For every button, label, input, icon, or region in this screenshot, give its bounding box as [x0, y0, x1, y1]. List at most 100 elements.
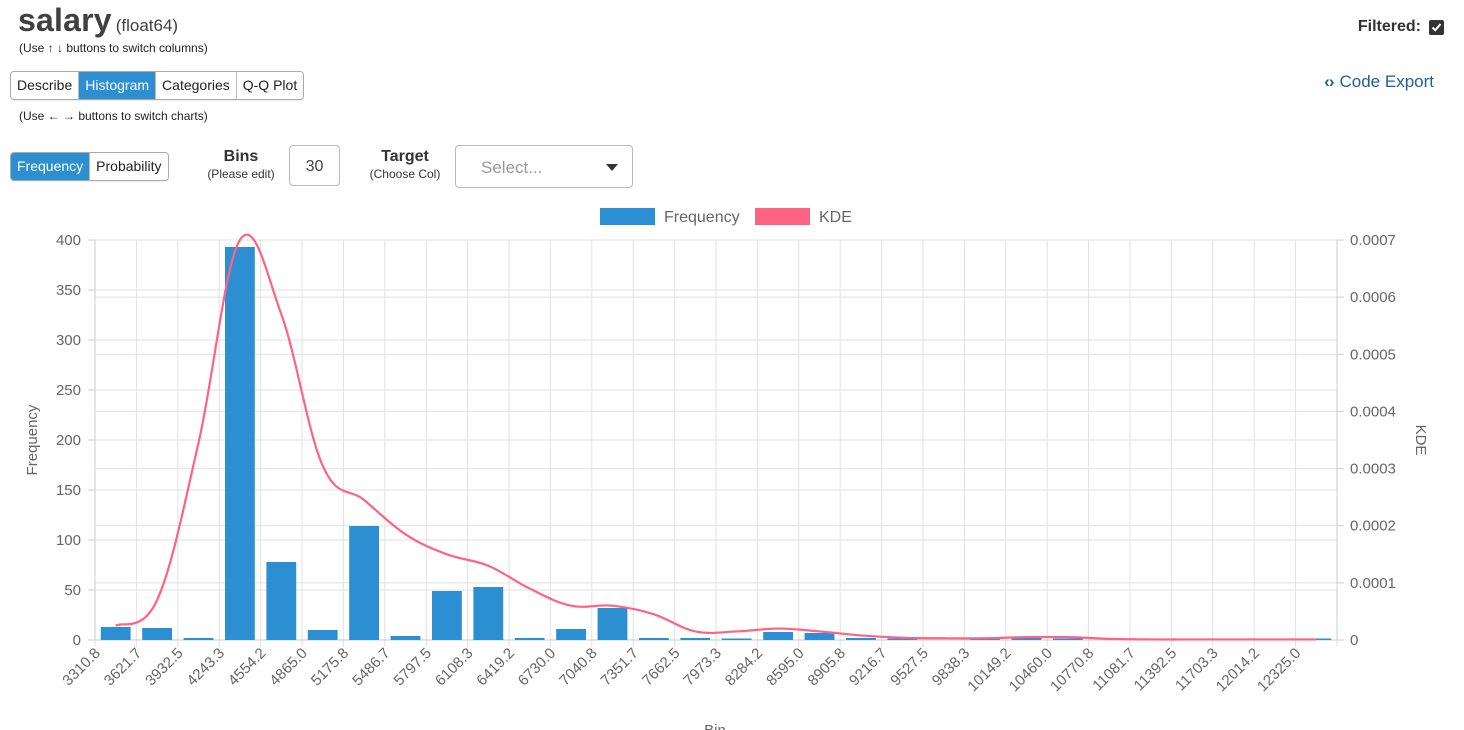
y-tick-label: 100 — [56, 532, 81, 549]
frequency-button[interactable]: Frequency — [11, 153, 91, 180]
x-tick-label: 3932.5 — [142, 645, 186, 689]
legend-kde-label: KDE — [819, 209, 852, 226]
histogram-bar — [556, 629, 587, 640]
filtered-checkbox[interactable] — [1429, 19, 1444, 35]
column-type: (float64) — [115, 16, 179, 35]
probability-button[interactable]: Probability — [90, 153, 168, 180]
column-switch-hint: (Use ↑ ↓ buttons to switch columns) — [19, 41, 208, 55]
x-tick-label: 12325.0 — [1254, 645, 1304, 695]
histogram-bar — [349, 526, 380, 640]
histogram-bar — [845, 638, 876, 640]
bins-input[interactable]: 30 — [289, 145, 340, 186]
x-tick-label: 11081.7 — [1089, 645, 1139, 695]
x-tick-label: 3310.8 — [59, 645, 103, 689]
x-tick-label: 12014.2 — [1213, 645, 1263, 695]
histogram-bar — [390, 636, 421, 640]
x-tick-label: 8284.2 — [722, 645, 766, 689]
y-axis-title: Frequency — [24, 404, 41, 475]
target-select-placeholder: Select... — [481, 158, 543, 177]
x-tick-label: 7351.7 — [598, 645, 642, 689]
x-tick-label: 9527.5 — [887, 645, 931, 689]
target-select[interactable]: Select... — [455, 145, 633, 188]
x-tick-label: 10460.0 — [1006, 645, 1056, 695]
legend-frequency-label: Frequency — [664, 209, 740, 226]
code-export-link[interactable]: ‹› Code Export — [1324, 72, 1434, 92]
target-label: Target — [381, 148, 429, 165]
x-tick-label: 4865.0 — [266, 645, 310, 689]
code-icon: ‹› — [1324, 72, 1334, 91]
bins-sublabel: (Please edit) — [207, 167, 275, 181]
x-tick-label: 3621.7 — [101, 645, 145, 689]
x-tick-label: 6419.2 — [473, 645, 517, 689]
histogram-bar — [763, 632, 794, 640]
histogram-bar — [1052, 638, 1083, 640]
histogram-bar — [224, 247, 255, 640]
x-tick-label: 10149.2 — [964, 645, 1014, 695]
x-tick-label: 4243.3 — [184, 645, 228, 689]
x-tick-label: 5797.5 — [391, 645, 435, 689]
histogram-bar — [307, 630, 338, 640]
y2-axis-title: KDE — [1412, 425, 1429, 456]
x-tick-label: 11703.3 — [1172, 645, 1222, 695]
x-tick-label: 7973.3 — [680, 645, 724, 689]
x-tick-label: 5175.8 — [308, 645, 352, 689]
bins-label-group: Bins (Please edit) — [196, 148, 286, 182]
target-sublabel: (Choose Col) — [369, 167, 441, 181]
filtered-toggle[interactable]: Filtered: — [1358, 18, 1444, 36]
y2-tick-label: 0.0004 — [1350, 403, 1396, 420]
y2-tick-label: 0.0007 — [1350, 232, 1396, 249]
tab-histogram[interactable]: Histogram — [79, 72, 157, 99]
column-name: salary — [18, 2, 112, 38]
histogram-bar — [804, 633, 835, 640]
x-axis-title: Bin — [704, 722, 726, 730]
histogram-bar — [266, 562, 297, 640]
check-icon — [1431, 22, 1442, 32]
tab-describe[interactable]: Describe — [11, 72, 80, 99]
x-tick-label: 6730.0 — [515, 645, 559, 689]
histogram-bar — [514, 638, 545, 640]
y2-tick-label: 0.0006 — [1350, 289, 1396, 306]
x-tick-label: 11392.5 — [1131, 645, 1181, 695]
histogram-bar — [680, 638, 711, 640]
histogram-chart: Frequency KDE 0 50 100 150 200 250 300 350 400 0 0.0… — [24, 208, 1429, 730]
y2-tick-label: 0.0002 — [1350, 518, 1396, 535]
x-tick-label: 8595.0 — [763, 645, 807, 689]
histogram-bar — [142, 628, 173, 640]
y-tick-label: 50 — [64, 582, 81, 599]
y2-tick-label: 0 — [1350, 632, 1358, 649]
y-tick-label: 250 — [56, 382, 81, 399]
y2-tick-label: 0.0001 — [1350, 575, 1396, 592]
histogram-bar — [638, 638, 669, 640]
y-tick-label: 400 — [56, 232, 81, 249]
column-title: salary (float64) — [18, 2, 178, 39]
y-tick-label: 0 — [73, 632, 81, 649]
legend-frequency-swatch — [600, 208, 655, 225]
chart-switch-hint: (Use ← → buttons to switch charts) — [19, 109, 208, 123]
tab-qq-plot[interactable]: Q-Q Plot — [236, 72, 304, 99]
histogram-bar — [100, 627, 131, 640]
chart-type-tabs: Describe Histogram Categories Q-Q Plot — [10, 71, 305, 100]
y-tick-label: 200 — [56, 432, 81, 449]
y-tick-label: 150 — [56, 482, 81, 499]
x-tick-label: 7040.8 — [556, 645, 600, 689]
x-tick-label: 7662.5 — [639, 645, 683, 689]
chevron-down-icon — [606, 164, 618, 171]
bins-label: Bins — [223, 148, 259, 165]
x-tick-label: 5486.7 — [349, 645, 393, 689]
histogram-bar — [431, 591, 462, 640]
x-tick-label: 6108.3 — [432, 645, 476, 689]
target-label-group: Target (Choose Col) — [358, 148, 452, 182]
legend-kde-swatch — [755, 208, 810, 225]
y2-tick-label: 0.0003 — [1350, 461, 1396, 478]
y2-tick-label: 0.0005 — [1350, 346, 1396, 363]
y-tick-label: 350 — [56, 282, 81, 299]
tab-categories[interactable]: Categories — [156, 72, 237, 99]
x-tick-label: 9216.7 — [846, 645, 890, 689]
histogram-bar — [597, 608, 628, 640]
filtered-label: Filtered: — [1357, 18, 1421, 35]
histogram-bar — [183, 638, 214, 640]
histogram-bar — [473, 587, 504, 640]
x-tick-label: 10770.8 — [1047, 645, 1097, 695]
x-tick-label: 4554.2 — [225, 645, 269, 689]
x-tick-label: 8905.8 — [805, 645, 849, 689]
